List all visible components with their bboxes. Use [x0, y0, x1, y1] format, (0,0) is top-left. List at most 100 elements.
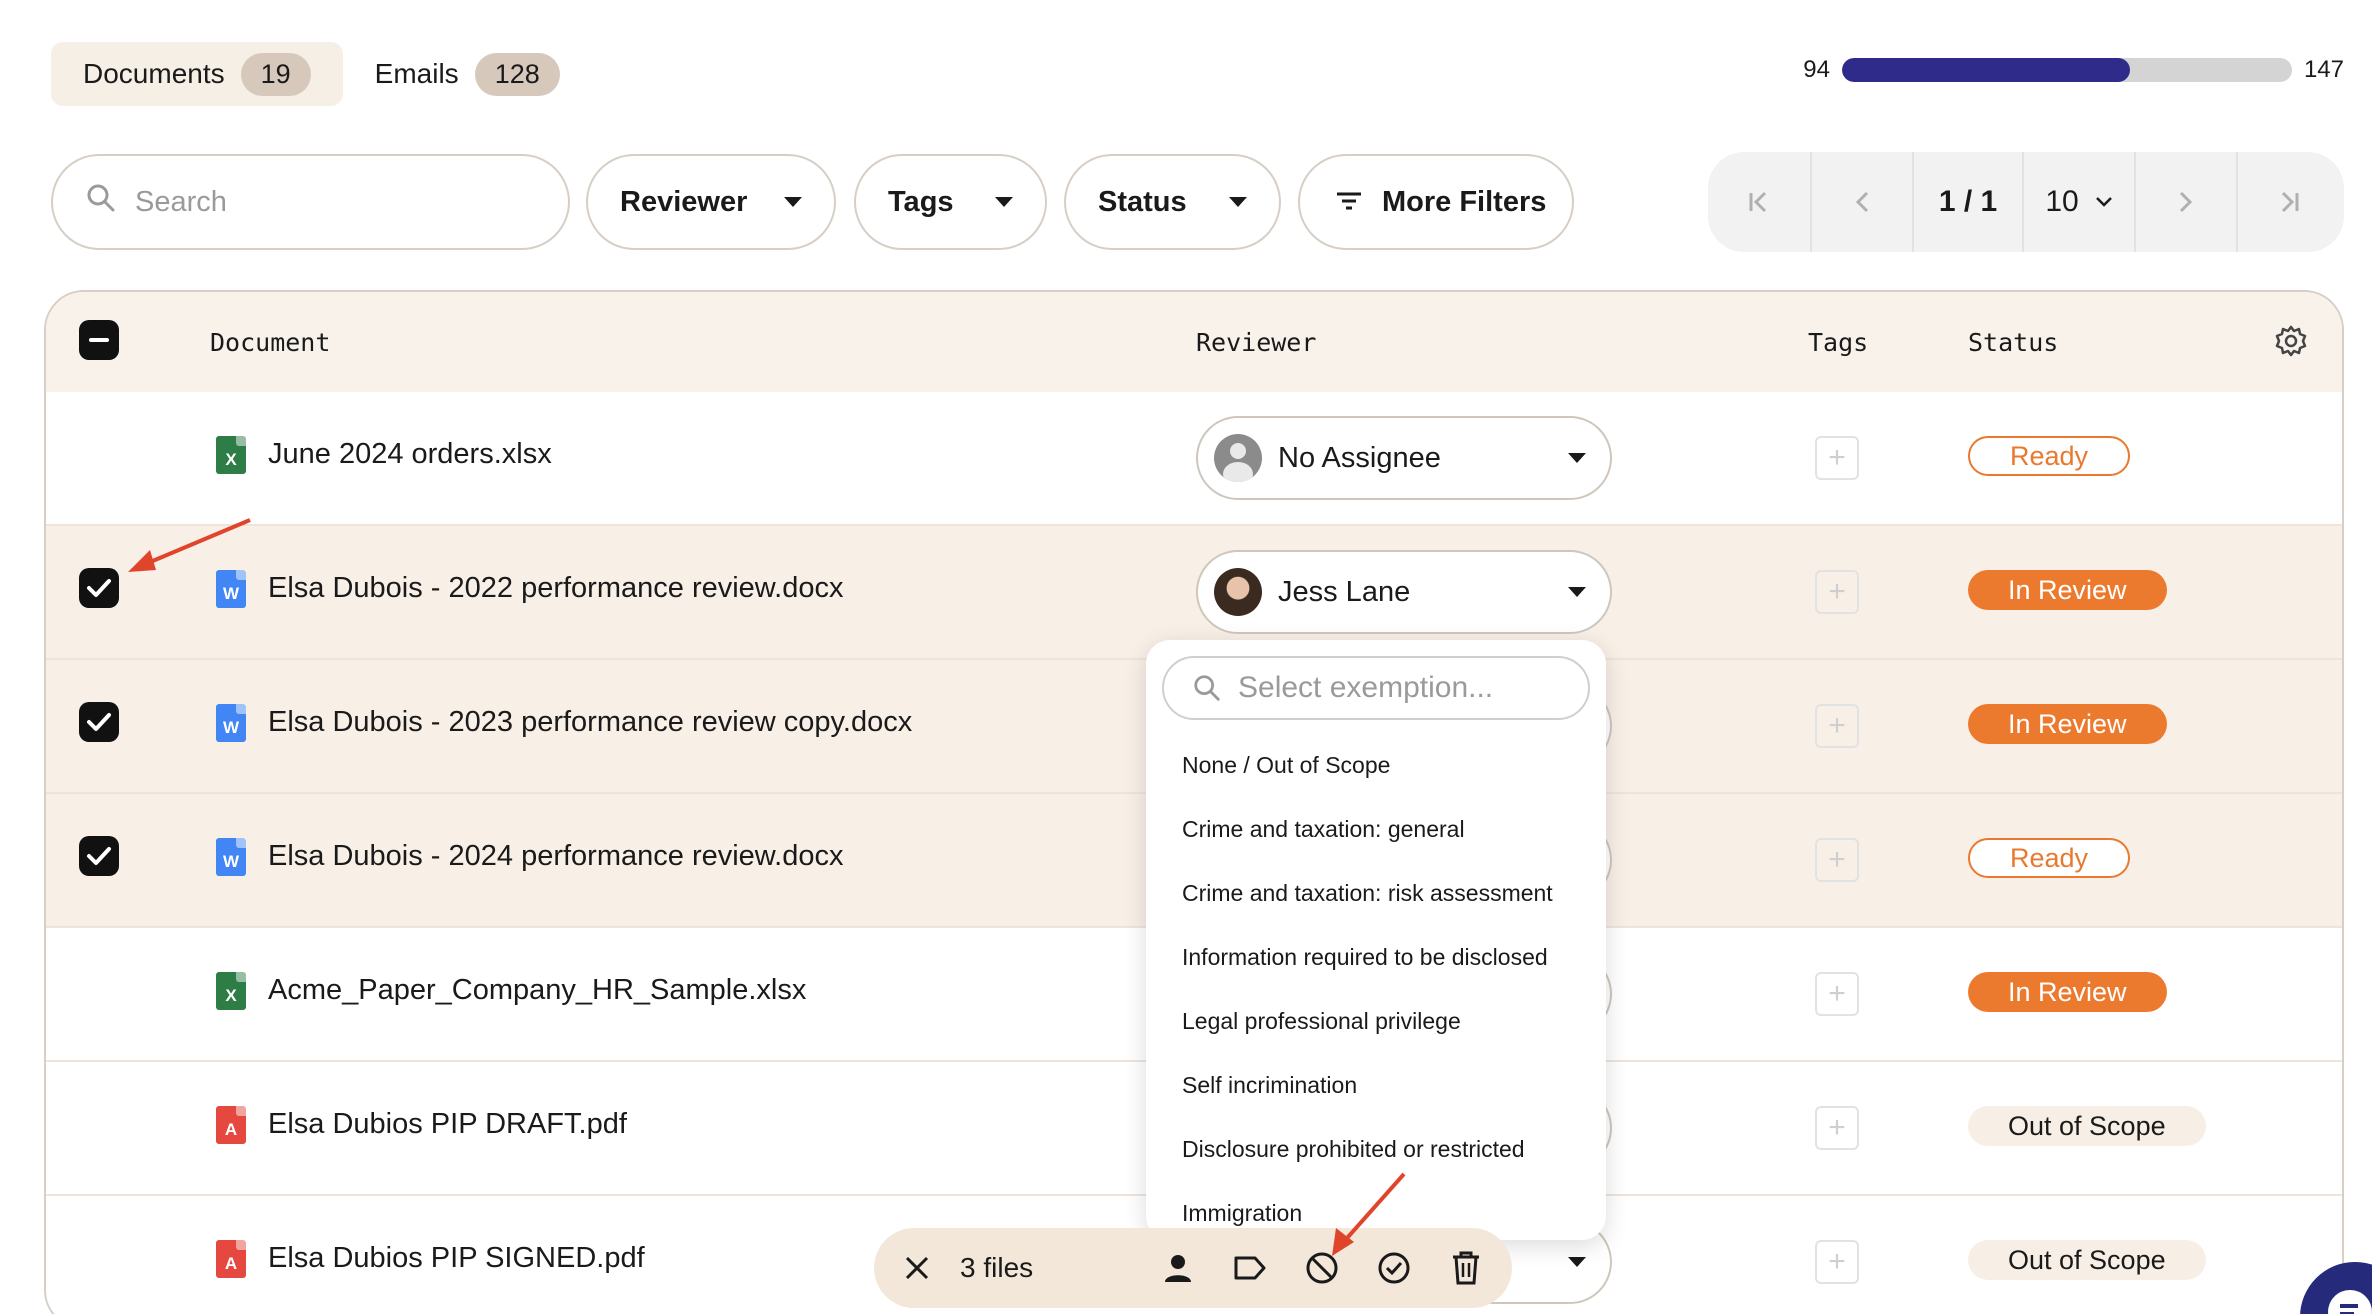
close-icon[interactable]: [904, 1255, 930, 1281]
exemption-search-placeholder: Select exemption...: [1238, 671, 1494, 704]
status-badge[interactable]: Out of Scope: [1968, 1106, 2206, 1146]
more-filters-label: More Filters: [1382, 185, 1547, 218]
status-filter-label: Status: [1098, 185, 1187, 218]
header-document[interactable]: Document: [210, 328, 330, 357]
filter-icon: [1336, 186, 1362, 219]
more-filters-button[interactable]: More Filters: [1298, 154, 1574, 250]
reviewer-select[interactable]: No Assignee: [1196, 416, 1612, 500]
exemption-option[interactable]: Legal professional privilege: [1182, 1008, 1592, 1035]
tab-documents-label: Documents: [83, 58, 225, 89]
select-all-checkbox[interactable]: [79, 320, 119, 360]
status-badge[interactable]: In Review: [1968, 704, 2167, 744]
per-page-select[interactable]: 10: [2022, 152, 2134, 252]
word-file-icon: W: [216, 838, 246, 876]
status-badge[interactable]: Out of Scope: [1968, 1240, 2206, 1280]
row-checkbox[interactable]: [79, 836, 119, 876]
selected-files-count: 3 files: [960, 1252, 1034, 1283]
document-name[interactable]: Acme_Paper_Company_HR_Sample.xlsx: [268, 974, 806, 1007]
tab-emails-label: Emails: [374, 58, 459, 89]
last-page-icon: [2281, 191, 2299, 213]
search-icon: [85, 182, 117, 222]
exemption-option[interactable]: Disclosure prohibited or restricted: [1182, 1136, 1592, 1163]
excel-file-icon: X: [216, 972, 246, 1010]
tab-documents-count: 19: [240, 52, 311, 96]
progress-fill: [1841, 58, 2130, 82]
add-tag-button[interactable]: +: [1815, 1106, 1859, 1150]
progress-track: [1841, 58, 2292, 82]
document-name[interactable]: June 2024 orders.xlsx: [268, 438, 552, 471]
status-badge[interactable]: In Review: [1968, 570, 2167, 610]
reviewer-filter-label: Reviewer: [620, 185, 748, 218]
tab-emails-count: 128: [474, 52, 560, 96]
per-page-value: 10: [2045, 185, 2079, 218]
next-page-button[interactable]: [2134, 152, 2236, 252]
chevron-down-icon: [995, 197, 1013, 207]
pdf-file-icon: A: [216, 1240, 246, 1278]
chevron-down-icon: [1568, 453, 1586, 463]
tab-emails[interactable]: Emails 128: [343, 42, 592, 106]
first-page-button[interactable]: [1708, 152, 1810, 252]
chevron-down-icon: [1568, 1257, 1586, 1267]
pdf-file-icon: A: [216, 1106, 246, 1144]
exemption-option[interactable]: Crime and taxation: general: [1182, 816, 1592, 843]
chevron-down-icon: [784, 197, 802, 207]
row-checkbox[interactable]: [79, 568, 119, 608]
first-page-icon: [1749, 191, 1767, 213]
document-name[interactable]: Elsa Dubios PIP DRAFT.pdf: [268, 1108, 627, 1141]
status-filter[interactable]: Status: [1064, 154, 1281, 250]
word-file-icon: W: [216, 704, 246, 742]
chevron-down-icon: [1568, 587, 1586, 597]
status-badge[interactable]: Ready: [1968, 436, 2131, 476]
header-status[interactable]: Status: [1968, 328, 2058, 357]
trash-icon[interactable]: [1448, 1250, 1484, 1286]
status-badge[interactable]: Ready: [1968, 838, 2131, 878]
page-indicator: 1 / 1: [1912, 152, 2022, 252]
column-settings-gear-icon[interactable]: [2274, 324, 2308, 364]
document-name[interactable]: Elsa Dubois - 2023 performance review co…: [268, 706, 912, 739]
table-row[interactable]: X June 2024 orders.xlsx No Assignee + Ready: [46, 392, 2342, 526]
document-name[interactable]: Elsa Dubois - 2022 performance review.do…: [268, 572, 843, 605]
add-tag-button[interactable]: +: [1815, 972, 1859, 1016]
search-icon: [1194, 675, 1220, 701]
chat-icon: [2328, 1290, 2372, 1314]
reviewer-name: No Assignee: [1278, 441, 1441, 474]
exemption-option[interactable]: Self incrimination: [1182, 1072, 1592, 1099]
reviewer-select[interactable]: Jess Lane: [1196, 550, 1612, 634]
exemption-option[interactable]: Crime and taxation: risk assessment: [1182, 880, 1592, 907]
exemption-option[interactable]: None / Out of Scope: [1182, 752, 1592, 779]
document-name[interactable]: Elsa Dubios PIP SIGNED.pdf: [268, 1242, 645, 1275]
tags-filter-label: Tags: [888, 185, 954, 218]
last-page-button[interactable]: [2236, 152, 2340, 252]
exemption-option[interactable]: Information required to be disclosed: [1182, 944, 1592, 971]
chevron-left-icon: [1855, 191, 1869, 213]
tags-filter[interactable]: Tags: [854, 154, 1047, 250]
tab-documents[interactable]: Documents 19: [51, 42, 343, 106]
add-tag-button[interactable]: +: [1815, 1240, 1859, 1284]
status-badge[interactable]: In Review: [1968, 972, 2167, 1012]
table-header: Document Reviewer Tags Status: [46, 292, 2342, 392]
header-tags[interactable]: Tags: [1808, 328, 1868, 357]
prev-page-button[interactable]: [1810, 152, 1912, 252]
document-name[interactable]: Elsa Dubois - 2024 performance review.do…: [268, 840, 843, 873]
add-tag-button[interactable]: +: [1815, 570, 1859, 614]
bulk-action-bar: 3 files: [874, 1228, 1512, 1308]
exemption-search-input[interactable]: Select exemption...: [1162, 656, 1590, 720]
search-input[interactable]: Search: [51, 154, 570, 250]
row-checkbox[interactable]: [79, 702, 119, 742]
search-placeholder: Search: [135, 185, 227, 218]
assign-user-icon[interactable]: [1160, 1250, 1196, 1286]
progress-total: 147: [2303, 56, 2344, 83]
tab-bar: Documents 19 Emails 128: [51, 42, 592, 106]
annotation-arrow-checkbox: [128, 518, 251, 572]
reviewer-name: Jess Lane: [1278, 575, 1411, 608]
review-progress: 94 147: [1803, 56, 2344, 84]
add-tag-button[interactable]: +: [1815, 704, 1859, 748]
reviewer-filter[interactable]: Reviewer: [586, 154, 836, 250]
exemption-dropdown: Select exemption... None / Out of Scope …: [1146, 640, 1606, 1240]
add-tag-button[interactable]: +: [1815, 436, 1859, 480]
avatar: [1214, 434, 1262, 482]
add-tag-button[interactable]: +: [1815, 838, 1859, 882]
pagination: 1 / 1 10: [1708, 152, 2344, 252]
header-reviewer[interactable]: Reviewer: [1196, 328, 1316, 357]
tag-icon[interactable]: [1232, 1250, 1268, 1286]
